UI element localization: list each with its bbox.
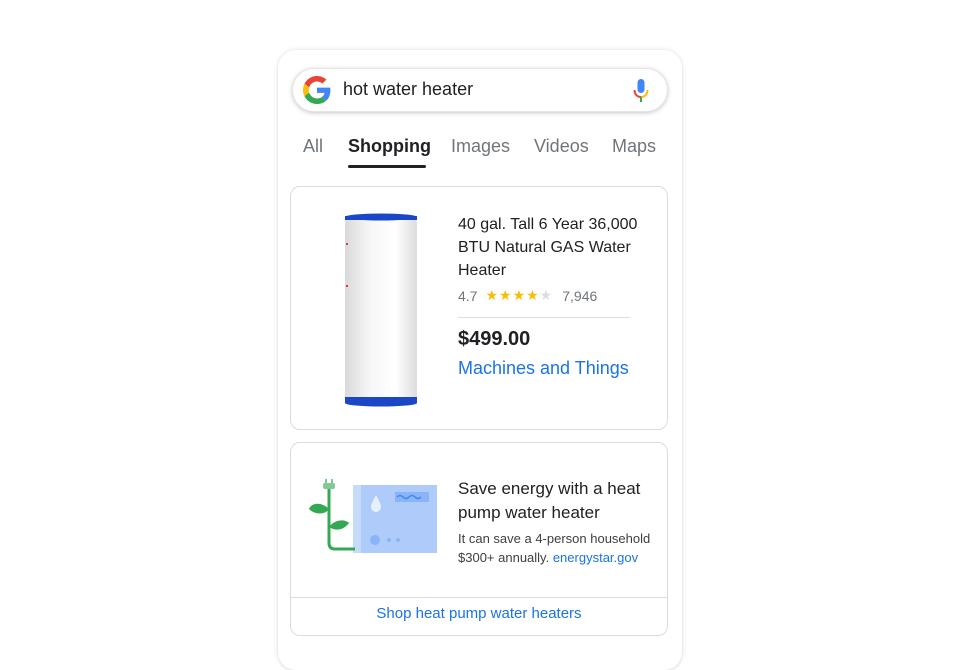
tab-images[interactable]: Images xyxy=(451,136,510,157)
rating-value: 4.7 xyxy=(458,287,478,304)
product-price: $499.00 xyxy=(458,328,531,350)
phone-frame: hot water heater All Shopping Images Vid… xyxy=(278,50,682,670)
star-rating-icon: ★★★★★ xyxy=(485,287,554,303)
tab-all[interactable]: All xyxy=(303,136,323,157)
heat-pump-illustration-icon xyxy=(309,479,437,553)
active-tab-indicator xyxy=(348,165,426,168)
product-rating: 4.7 ★★★★★ 7,946 xyxy=(458,287,597,304)
tab-videos[interactable]: Videos xyxy=(534,136,589,157)
divider xyxy=(458,317,630,318)
energystar-link[interactable]: energystar.gov xyxy=(553,550,638,565)
divider xyxy=(291,597,667,598)
water-heater-image xyxy=(345,213,417,407)
seller-link[interactable]: Machines and Things xyxy=(458,358,629,379)
product-card[interactable]: 40 gal. Tall 6 Year 36,000 BTU Natural G… xyxy=(290,186,668,430)
promo-title: Save energy with a heat pump water heate… xyxy=(458,479,641,522)
search-tabs: All Shopping Images Videos Maps xyxy=(278,136,682,170)
product-title[interactable]: 40 gal. Tall 6 Year 36,000 BTU Natural G… xyxy=(458,213,648,282)
promo-body: It can save a 4-person household $300+ a… xyxy=(458,529,658,567)
shop-heat-pump-link[interactable]: Shop heat pump water heaters xyxy=(291,605,667,622)
review-count[interactable]: 7,946 xyxy=(562,288,597,304)
google-logo-icon xyxy=(303,76,331,104)
tab-shopping[interactable]: Shopping xyxy=(348,136,431,157)
search-bar[interactable]: hot water heater xyxy=(292,68,668,112)
promo-card: Save energy with a heat pump water heate… xyxy=(290,442,668,636)
search-input[interactable]: hot water heater xyxy=(343,79,473,100)
tab-maps[interactable]: Maps xyxy=(612,136,656,157)
microphone-icon[interactable] xyxy=(633,78,649,104)
